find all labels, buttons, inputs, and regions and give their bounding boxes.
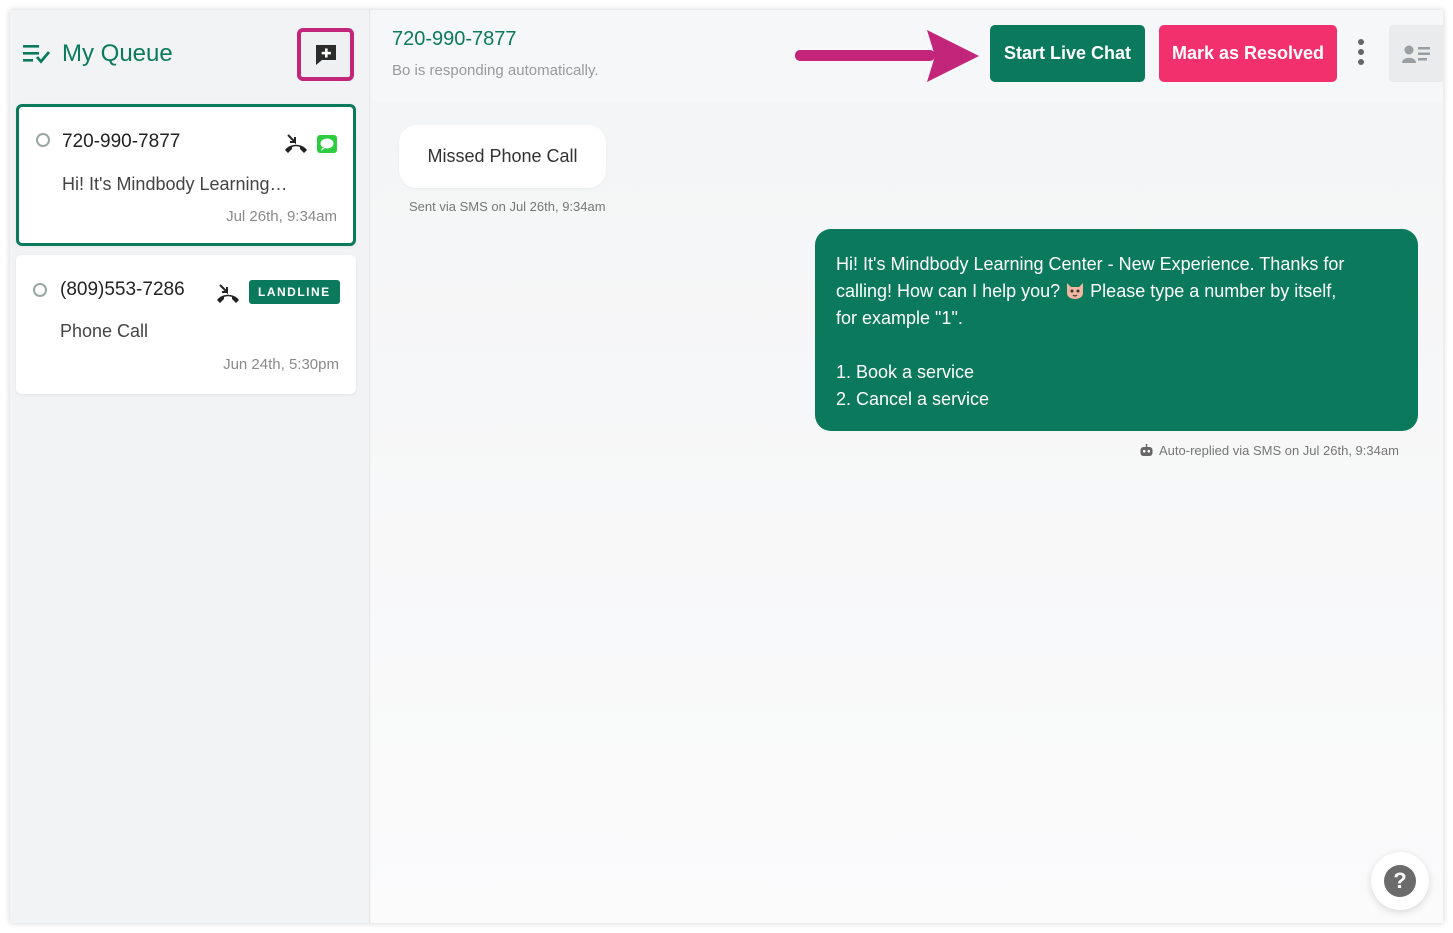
landline-badge: LANDLINE: [249, 280, 340, 304]
message-text: Please type a number by itself,: [1090, 281, 1337, 301]
conversation-panel: 720-990-7877 Bo is responding automatica…: [371, 10, 1443, 923]
conversation-time: Jul 26th, 9:34am: [226, 208, 337, 225]
mark-as-resolved-button[interactable]: Mark as Resolved: [1159, 25, 1337, 82]
missed-call-icon: [285, 134, 307, 153]
queue-sidebar: My Queue 720-990-7877 Hi! It's Mindbody …: [10, 10, 370, 923]
message-line: calling! How can I help you? Please type…: [836, 278, 1398, 305]
conversation-preview: Hi! It's Mindbody Learning…: [62, 174, 288, 194]
contact-card-icon: [1402, 45, 1430, 63]
conversation-header: 720-990-7877 Bo is responding automatica…: [371, 10, 1443, 102]
new-message-button[interactable]: [297, 28, 354, 81]
incoming-message: Missed Phone Call: [399, 125, 606, 188]
outgoing-meta-text: Auto-replied via SMS on Jul 26th, 9:34am: [1159, 443, 1399, 458]
start-live-chat-button[interactable]: Start Live Chat: [990, 25, 1145, 82]
pointer-arrow-icon: [795, 30, 979, 82]
message-text: calling! How can I help you?: [836, 281, 1061, 301]
select-radio[interactable]: [33, 283, 47, 297]
menu-option: 2. Cancel a service: [836, 389, 990, 409]
missed-call-icon: [217, 284, 239, 303]
outgoing-message: Hi! It's Mindbody Learning Center - New …: [815, 229, 1418, 431]
conversation-phone: 720-990-7877: [62, 131, 181, 152]
cat-emoji-icon: [1067, 283, 1084, 299]
conversation-item[interactable]: (809)553-7286 LANDLINE Phone Call Jun 24…: [16, 255, 356, 394]
help-button[interactable]: ?: [1371, 852, 1429, 910]
select-radio[interactable]: [36, 133, 50, 147]
app-window: My Queue 720-990-7877 Hi! It's Mindbody …: [10, 10, 1443, 923]
sidebar-header: My Queue: [10, 10, 370, 102]
outgoing-message-meta: Auto-replied via SMS on Jul 26th, 9:34am: [1139, 443, 1399, 458]
contact-phone: 720-990-7877: [392, 28, 517, 50]
new-message-icon: [315, 44, 336, 65]
robot-icon: [1140, 444, 1153, 456]
conversation-item[interactable]: 720-990-7877 Hi! It's Mindbody Learning……: [16, 104, 356, 246]
contact-details-button[interactable]: [1389, 25, 1443, 82]
contact-status: Bo is responding automatically.: [392, 62, 599, 79]
more-options-icon[interactable]: [1354, 36, 1368, 72]
message-line: for example "1".: [836, 308, 963, 328]
queue-list-icon: [23, 45, 51, 64]
menu-option: 1. Book a service: [836, 362, 975, 382]
queue-title: My Queue: [62, 40, 173, 67]
help-icon: ?: [1384, 865, 1416, 897]
sms-chat-icon: [317, 135, 337, 153]
message-line: Hi! It's Mindbody Learning Center - New …: [836, 254, 1345, 274]
conversation-phone: (809)553-7286: [60, 279, 185, 300]
conversation-time: Jun 24th, 5:30pm: [223, 356, 339, 373]
conversation-preview: Phone Call: [60, 321, 149, 341]
incoming-message-meta: Sent via SMS on Jul 26th, 9:34am: [409, 199, 606, 214]
